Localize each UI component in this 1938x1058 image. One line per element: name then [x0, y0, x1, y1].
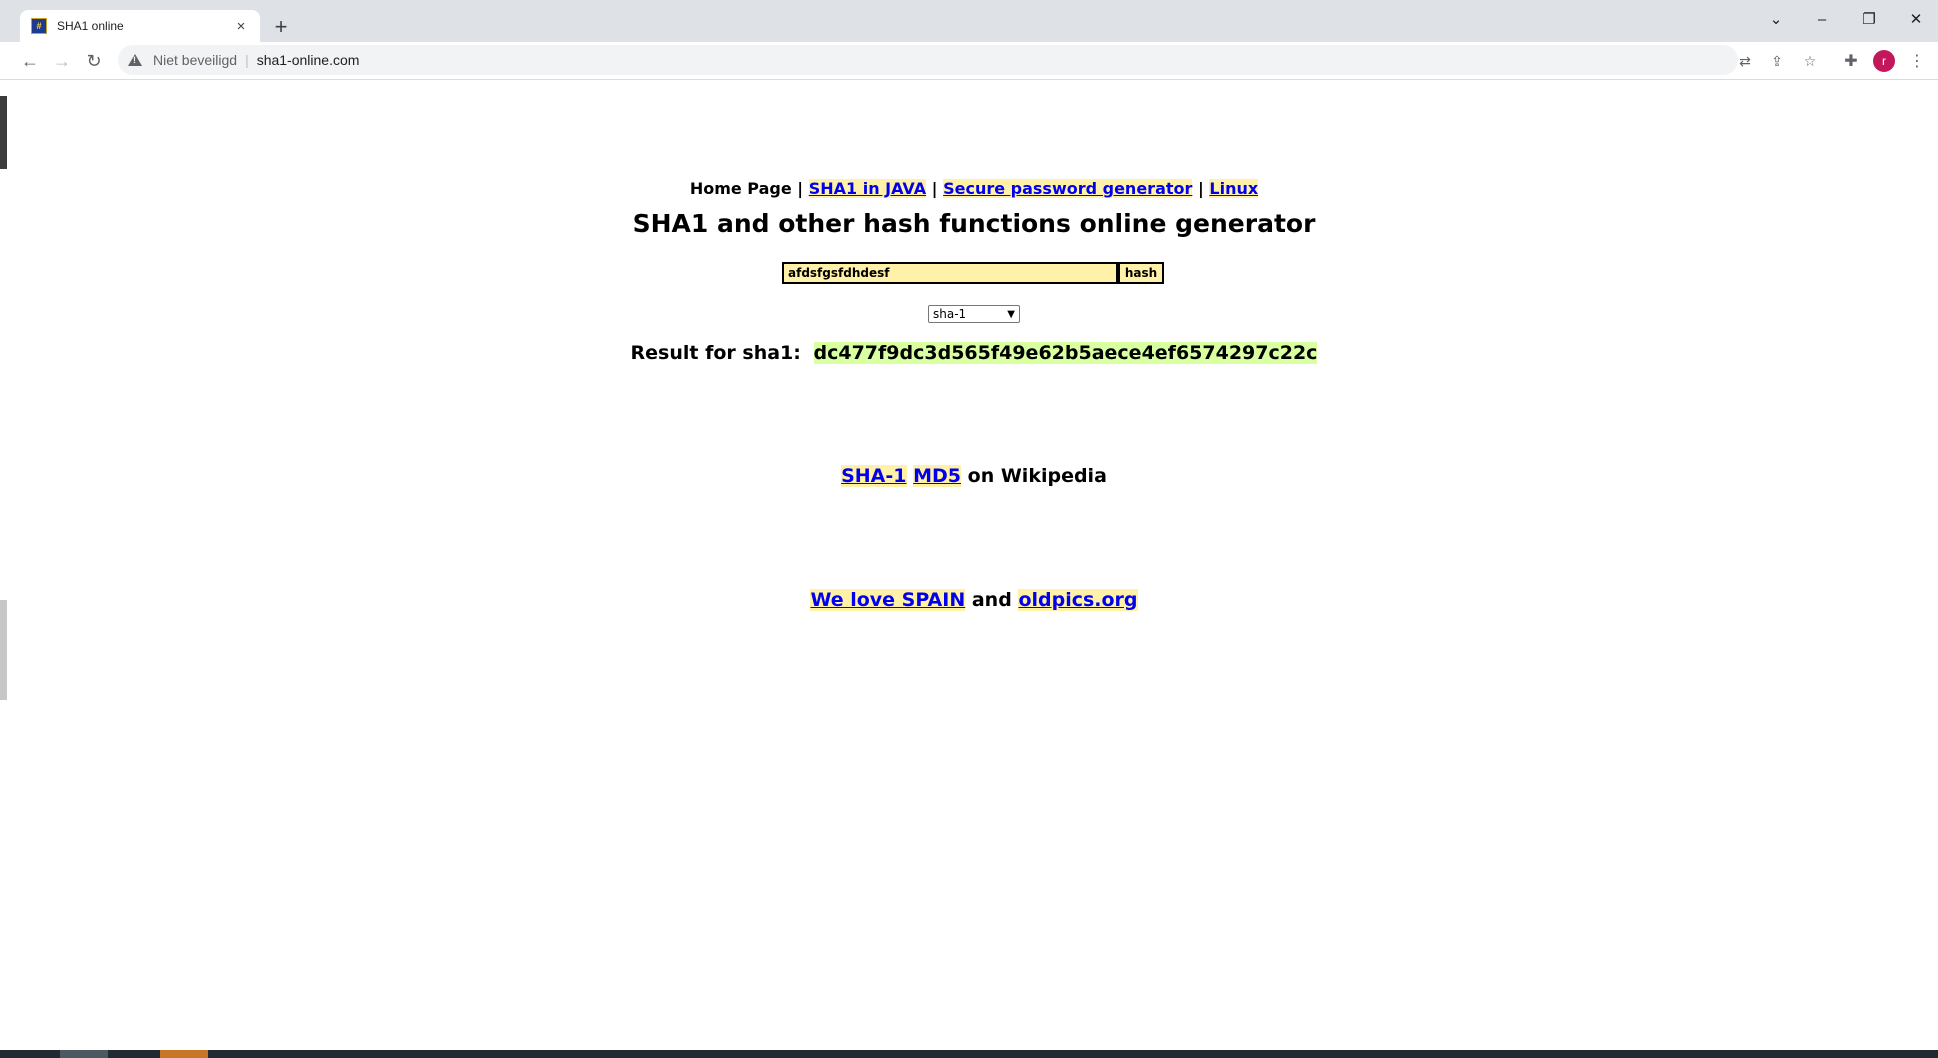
nav-separator: |: [1197, 179, 1204, 198]
home-page-label: Home Page: [689, 179, 792, 198]
forward-button[interactable]: →: [49, 48, 75, 74]
restore-button[interactable]: ❐: [1849, 6, 1889, 32]
chevron-down-icon: ▼: [1007, 308, 1015, 320]
taskbar-item[interactable]: [60, 1050, 108, 1058]
page-content: Home Page | SHA1 in JAVA | Secure passwo…: [0, 80, 1938, 1050]
algorithm-selected-value: sha-1: [933, 307, 967, 321]
hash-input[interactable]: [782, 262, 1118, 284]
link-secure-password-generator[interactable]: Secure password generator: [943, 179, 1193, 198]
new-tab-button[interactable]: +: [268, 14, 294, 40]
security-label[interactable]: Niet beveiligd: [153, 52, 237, 68]
not-secure-warning-icon[interactable]: [128, 54, 142, 66]
promo-conjunction: and: [971, 589, 1012, 611]
nav-separator: |: [931, 179, 938, 198]
hash-button[interactable]: hash: [1118, 262, 1164, 284]
tab-sha1-online[interactable]: # SHA1 online ×: [20, 10, 260, 42]
link-sha-1-wikipedia[interactable]: SHA-1: [841, 465, 907, 487]
back-button[interactable]: ←: [17, 48, 43, 74]
wikipedia-suffix: on Wikipedia: [967, 465, 1107, 487]
bookmark-star-icon[interactable]: ☆: [1801, 52, 1819, 70]
browser-window: # SHA1 online × + ⌄ – ❐ ✕ ← → ↻ Niet bev…: [0, 0, 1938, 1058]
link-linux[interactable]: Linux: [1209, 179, 1259, 198]
nav-separator: |: [797, 179, 804, 198]
tab-title: SHA1 online: [57, 19, 124, 33]
link-oldpics-org[interactable]: oldpics.org: [1018, 589, 1138, 611]
profile-avatar[interactable]: r: [1873, 50, 1895, 72]
result-label: Result for sha1:: [630, 342, 801, 364]
tab-strip: # SHA1 online × + ⌄ – ❐ ✕: [0, 0, 1938, 42]
wikipedia-links: SHA-1 MD5 on Wikipedia: [0, 465, 1938, 487]
browser-menu-icon[interactable]: ⋮: [1906, 50, 1928, 72]
tab-search-button[interactable]: ⌄: [1756, 6, 1796, 32]
hash-form: hash: [782, 262, 1164, 284]
sha1-favicon-icon: #: [31, 18, 47, 34]
minimize-button[interactable]: –: [1802, 6, 1842, 32]
url-text[interactable]: sha1-online.com: [257, 52, 360, 68]
promo-links: We love SPAIN and oldpics.org: [0, 589, 1938, 611]
result-hash: dc477f9dc3d565f49e62b5aece4ef6574297c22c: [813, 342, 1318, 364]
result-line: Result for sha1: dc477f9dc3d565f49e62b5a…: [0, 342, 1938, 364]
link-md5-wikipedia[interactable]: MD5: [913, 465, 962, 487]
url-separator: |: [245, 52, 249, 68]
share-icon[interactable]: ⇪: [1768, 52, 1786, 70]
close-window-button[interactable]: ✕: [1896, 6, 1936, 32]
reload-button[interactable]: ↻: [81, 48, 107, 74]
link-we-love-spain[interactable]: We love SPAIN: [810, 589, 966, 611]
link-sha1-in-java[interactable]: SHA1 in JAVA: [808, 179, 927, 198]
algorithm-select[interactable]: sha-1 ▼: [928, 305, 1020, 323]
page-title: SHA1 and other hash functions online gen…: [632, 209, 1316, 238]
address-bar[interactable]: Niet beveiligd | sha1-online.com ⇄ ⇪ ☆: [118, 45, 1816, 75]
browser-toolbar: ← → ↻ Niet beveiligd | sha1-online.com ⇄…: [0, 42, 1938, 80]
top-navigation: Home Page | SHA1 in JAVA | Secure passwo…: [0, 179, 1938, 198]
extensions-puzzle-icon[interactable]: ✚: [1840, 50, 1862, 72]
translate-icon[interactable]: ⇄: [1736, 52, 1754, 70]
os-taskbar: [0, 1050, 1938, 1058]
close-tab-icon[interactable]: ×: [232, 17, 250, 35]
taskbar-item[interactable]: [160, 1050, 208, 1058]
